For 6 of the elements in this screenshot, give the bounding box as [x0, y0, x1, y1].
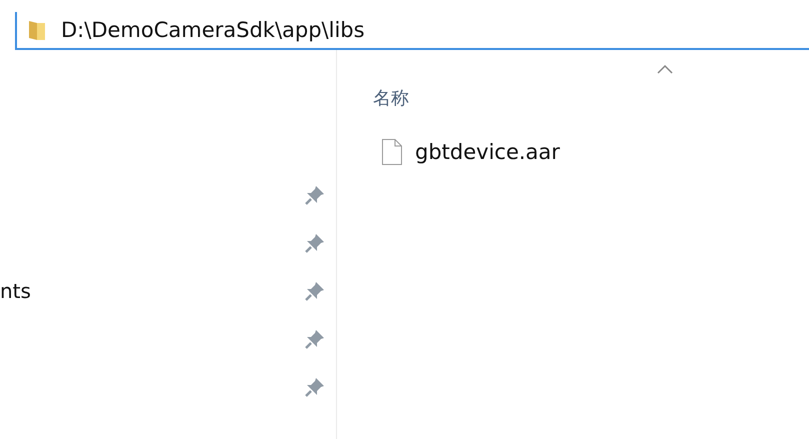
- column-header[interactable]: 名称: [373, 86, 409, 110]
- file-name[interactable]: gbtdevice.aar: [415, 140, 560, 164]
- nav-item-label[interactable]: nts: [0, 279, 31, 303]
- folder-icon: [27, 19, 47, 41]
- file-icon: [381, 138, 403, 166]
- address-path[interactable]: D:\DemoCameraSdk\app\libs: [61, 18, 365, 42]
